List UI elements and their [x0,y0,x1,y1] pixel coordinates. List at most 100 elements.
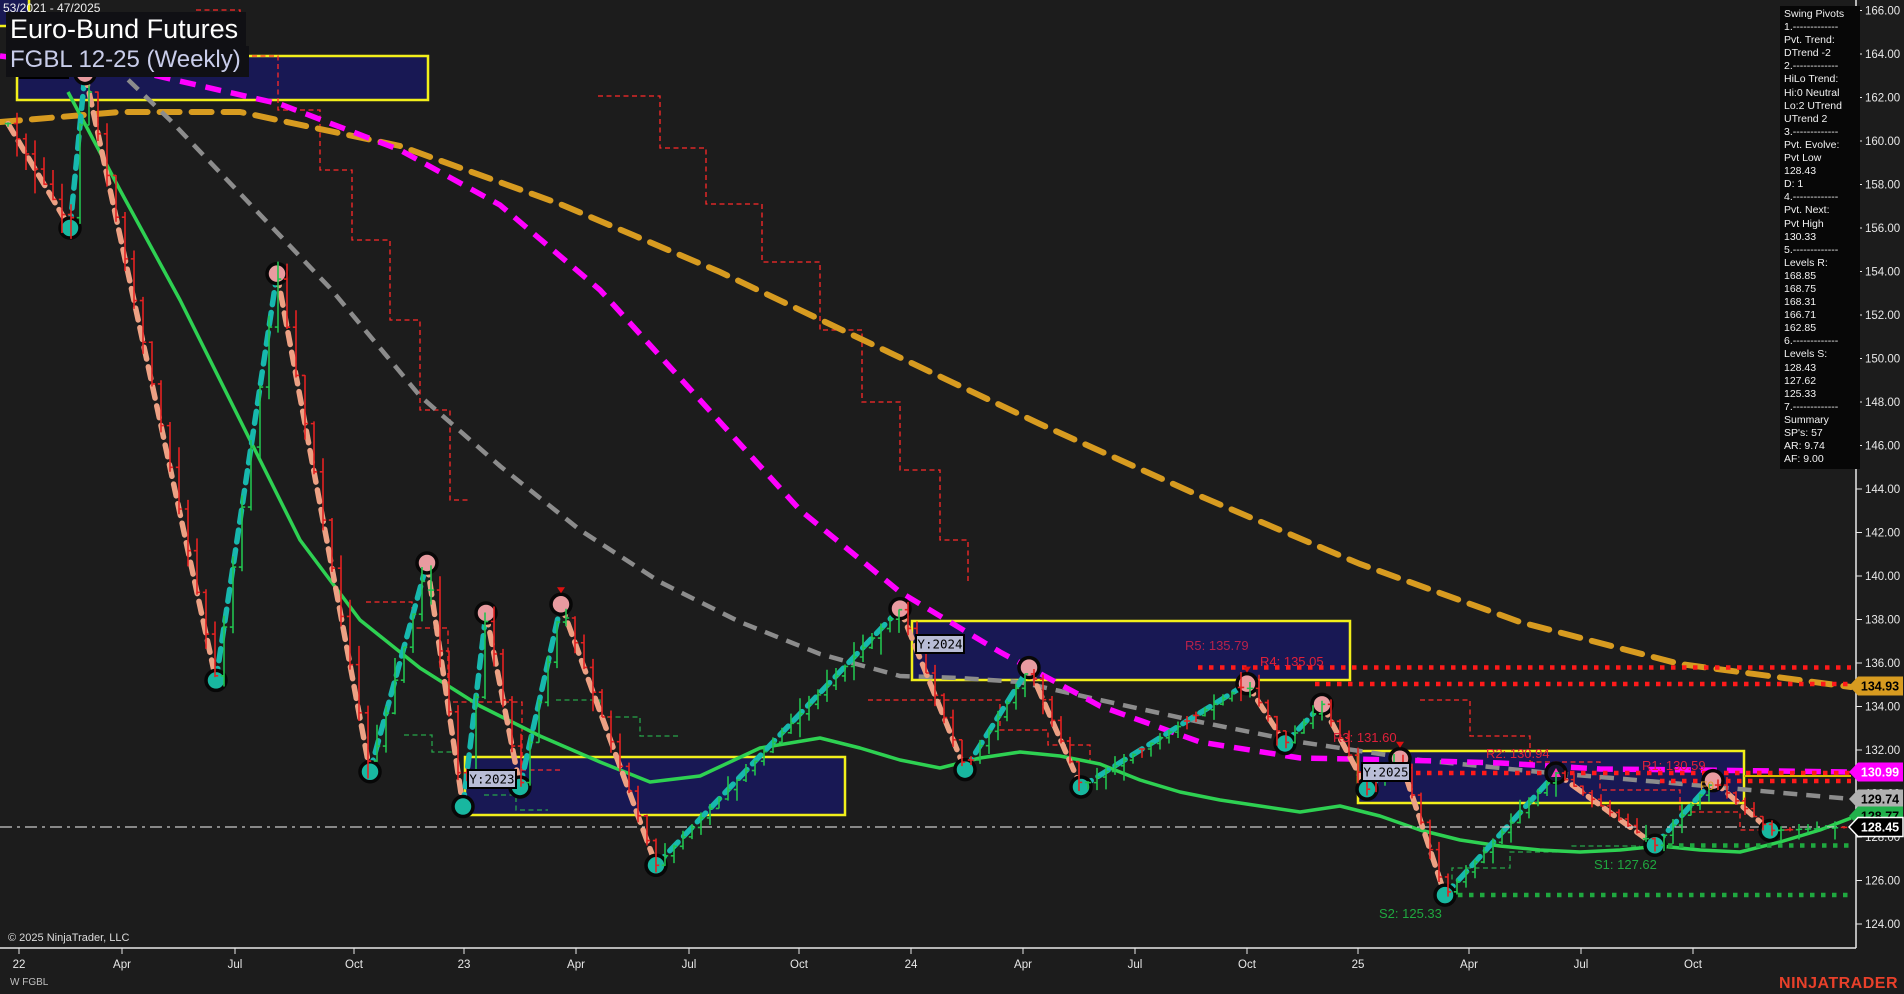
ninjatrader-logo: NINJATRADER [1779,975,1898,993]
swing-high-marker [551,594,571,614]
swing-high-marker [267,264,287,284]
time-tick-label: 24 [905,959,918,971]
price-tag-134.93: 134.93 [1849,677,1903,696]
time-tick-label: Jul [1574,959,1589,971]
zigzag-leg-down [1029,668,1081,787]
copyright-label: © 2025 NinjaTrader, LLC [8,932,129,944]
panel-line: Pvt Low [1784,152,1860,165]
panel-line: UTrend 2 [1784,113,1860,126]
price-tick-label: 124.00 [1865,919,1900,931]
swing-high-marker [1237,674,1257,694]
price-tag-129.74: 129.74 [1849,790,1903,809]
year-chip-label: Y:2024 [917,637,962,652]
panel-line: Hi:0 Neutral [1784,87,1860,100]
panel-line: 2.------------- [1784,60,1860,73]
swing-high-marker [1019,658,1039,678]
swing-low-marker [453,797,473,817]
price-tag-value: 134.93 [1861,680,1899,694]
price-tick-label: 148.00 [1865,397,1900,409]
pivot-level-label-R1: R1: 130.59 [1642,758,1706,773]
swing-low-marker [360,762,380,782]
panel-line: Summary [1784,414,1860,427]
time-tick-label: Oct [345,959,364,971]
swing-low-marker [206,670,226,690]
time-tick-label: Apr [1460,959,1478,971]
instrument-name: Euro-Bund Futures [6,12,246,46]
pivot-alert-arrow [557,587,565,593]
panel-line: 4.------------- [1784,191,1860,204]
swing-high-marker [417,553,437,573]
time-tick-label: 23 [458,959,471,971]
ohlc-bar [1229,692,1235,702]
panel-line: Pvt High [1784,218,1860,231]
price-tick-label: 160.00 [1865,136,1900,148]
time-tick-label: Jul [228,959,243,971]
year-range-box [912,621,1350,680]
instrument-title-block: Euro-Bund Futures FGBL 12-25 (Weekly) [6,12,249,77]
swing-low-marker [1275,733,1295,753]
swing-low-marker [1435,885,1455,905]
price-tick-label: 136.00 [1865,658,1900,670]
ohlc-bar [293,310,299,377]
time-tick-label: 22 [13,959,26,971]
panel-line: 162.85 [1784,322,1860,335]
pivot-alert-arrow [1396,742,1404,748]
price-tick-label: 152.00 [1865,310,1900,322]
time-tick-label: Oct [790,959,809,971]
stop-step-line-green [404,735,452,752]
ohlc-bar [1787,827,1793,831]
price-tick-label: 142.00 [1865,528,1900,540]
panel-line: Pvt. Next: [1784,204,1860,217]
time-tick-label: Jul [1128,959,1143,971]
panel-line: Levels S: [1784,348,1860,361]
panel-line: Levels R: [1784,257,1860,270]
price-tick-label: 164.00 [1865,49,1900,61]
panel-line: 128.43 [1784,362,1860,375]
series-symbol-label: W FGBL [10,977,48,988]
panel-line: AR: 9.74 [1784,440,1860,453]
pivot-level-label-S1: S1: 127.62 [1594,857,1657,872]
ohlc-bar [1094,768,1100,790]
panel-line: 6.------------- [1784,335,1860,348]
time-axis-drag-area[interactable] [0,948,1904,978]
pivot-level-label-S2: S2: 125.33 [1379,906,1442,921]
price-tick-label: 166.00 [1865,6,1900,18]
price-tick-label: 134.00 [1865,702,1900,714]
pivot-level-label-R2: R2: 130.94 [1486,746,1550,761]
time-tick-label: Apr [113,959,131,971]
price-tick-label: 140.00 [1865,571,1900,583]
panel-line: 127.62 [1784,375,1860,388]
price-tick-label: 126.00 [1865,876,1900,888]
panel-line: 130.33 [1784,231,1860,244]
swing-low-marker [60,218,80,238]
price-chart-canvas[interactable]: R5: 135.79R4: 135.05R3: 131.60R2: 130.94… [0,0,1904,994]
price-tag-130.99: 130.99 [1849,763,1903,782]
price-tag-value: 129.74 [1861,793,1899,807]
stop-step-line-green [556,700,680,736]
panel-line: Swing Pivots [1784,8,1860,21]
panel-line: 166.71 [1784,309,1860,322]
price-tag-128.45: 128.45 [1849,818,1903,837]
panel-line: 128.43 [1784,165,1860,178]
ohlc-bar [311,421,317,474]
price-tick-label: 156.00 [1865,223,1900,235]
time-tick-label: Apr [567,959,585,971]
ohlc-bar [1814,822,1820,830]
ma-gold-dashed [0,112,1851,687]
panel-line: Lo:2 UTrend [1784,100,1860,113]
panel-line: AF: 9.00 [1784,453,1860,466]
price-tick-label: 132.00 [1865,745,1900,757]
panel-line: Pvt. Trend: [1784,34,1860,47]
price-tag-value: 130.99 [1861,766,1899,780]
time-tick-label: Apr [1014,959,1032,971]
pivot-level-label-F0: F0 [1700,779,1714,793]
pivot-level-label-R4: R4: 135.05 [1260,654,1324,669]
ninjatrader-chart-window: R5: 135.79R4: 135.05R3: 131.60R2: 130.94… [0,0,1904,994]
price-tick-label: 144.00 [1865,484,1900,496]
panel-line: 125.33 [1784,388,1860,401]
panel-line: SP's: 57 [1784,427,1860,440]
stop-step-line-red [598,96,968,584]
date-range-label: 53/2021 - 47/2025 [3,1,100,15]
pivot-level-label-R3: R3: 131.60 [1333,730,1397,745]
panel-line: 168.31 [1784,296,1860,309]
